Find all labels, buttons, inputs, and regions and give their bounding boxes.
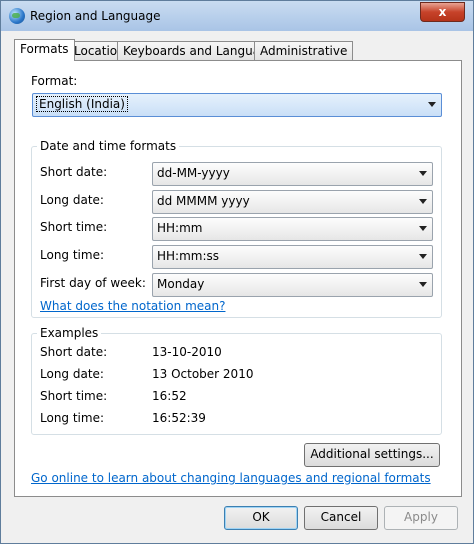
examples-group: Examples Short date: 13-10-2010 Long dat… — [31, 326, 442, 435]
chevron-down-icon — [419, 254, 427, 259]
long-time-dropdown[interactable]: HH:mm:ss — [152, 245, 433, 269]
title-bar: Region and Language x — [1, 1, 473, 31]
examples-legend: Examples — [37, 326, 102, 340]
short-date-label: Short date: — [40, 165, 108, 179]
formats-panel: Format: English (India) Date and time fo… — [14, 60, 462, 497]
example-long-time-value: 16:52:39 — [152, 411, 206, 425]
first-day-value: Monday — [157, 277, 205, 291]
example-short-time-label: Short time: — [40, 389, 108, 403]
apply-button[interactable]: Apply — [384, 506, 458, 530]
date-time-formats-legend: Date and time formats — [37, 139, 180, 153]
long-time-label: Long time: — [40, 248, 105, 262]
window-title: Region and Language — [30, 9, 161, 23]
cancel-button[interactable]: Cancel — [304, 506, 378, 530]
region-language-dialog: Region and Language x Formats Location K… — [0, 0, 474, 544]
example-long-date-label: Long date: — [40, 367, 104, 381]
notation-help-link[interactable]: What does the notation mean? — [40, 299, 225, 313]
long-date-dropdown[interactable]: dd MMMM yyyy — [152, 190, 433, 214]
example-long-date-value: 13 October 2010 — [152, 367, 254, 381]
chevron-down-icon — [419, 226, 427, 231]
example-short-date-label: Short date: — [40, 345, 108, 359]
example-long-time-label: Long time: — [40, 411, 105, 425]
example-short-time-value: 16:52 — [152, 389, 187, 403]
short-time-dropdown[interactable]: HH:mm — [152, 217, 433, 241]
first-day-dropdown[interactable]: Monday — [152, 273, 433, 297]
long-time-value: HH:mm:ss — [157, 249, 220, 263]
short-date-value: dd-MM-yyyy — [157, 166, 230, 180]
chevron-down-icon — [419, 199, 427, 204]
long-date-value: dd MMMM yyyy — [157, 194, 250, 208]
short-time-value: HH:mm — [157, 221, 203, 235]
ok-button[interactable]: OK — [224, 506, 298, 530]
format-value: English (India) — [36, 96, 128, 112]
format-label: Format: — [31, 74, 78, 88]
online-help-link[interactable]: Go online to learn about changing langua… — [31, 471, 431, 485]
close-button[interactable]: x — [420, 2, 465, 22]
chevron-down-icon — [419, 282, 427, 287]
date-time-formats-group: Date and time formats Short date: dd-MM-… — [31, 139, 442, 318]
short-time-label: Short time: — [40, 220, 108, 234]
chevron-down-icon — [428, 102, 436, 107]
chevron-down-icon — [419, 171, 427, 176]
format-dropdown[interactable]: English (India) — [32, 93, 442, 117]
additional-settings-button[interactable]: Additional settings... — [304, 443, 440, 467]
long-date-label: Long date: — [40, 193, 104, 207]
first-day-label: First day of week: — [40, 276, 146, 290]
tab-administrative[interactable]: Administrative — [254, 41, 354, 60]
tab-formats[interactable]: Formats — [14, 39, 75, 61]
short-date-dropdown[interactable]: dd-MM-yyyy — [152, 162, 433, 186]
globe-icon — [9, 8, 25, 24]
example-short-date-value: 13-10-2010 — [152, 345, 222, 359]
